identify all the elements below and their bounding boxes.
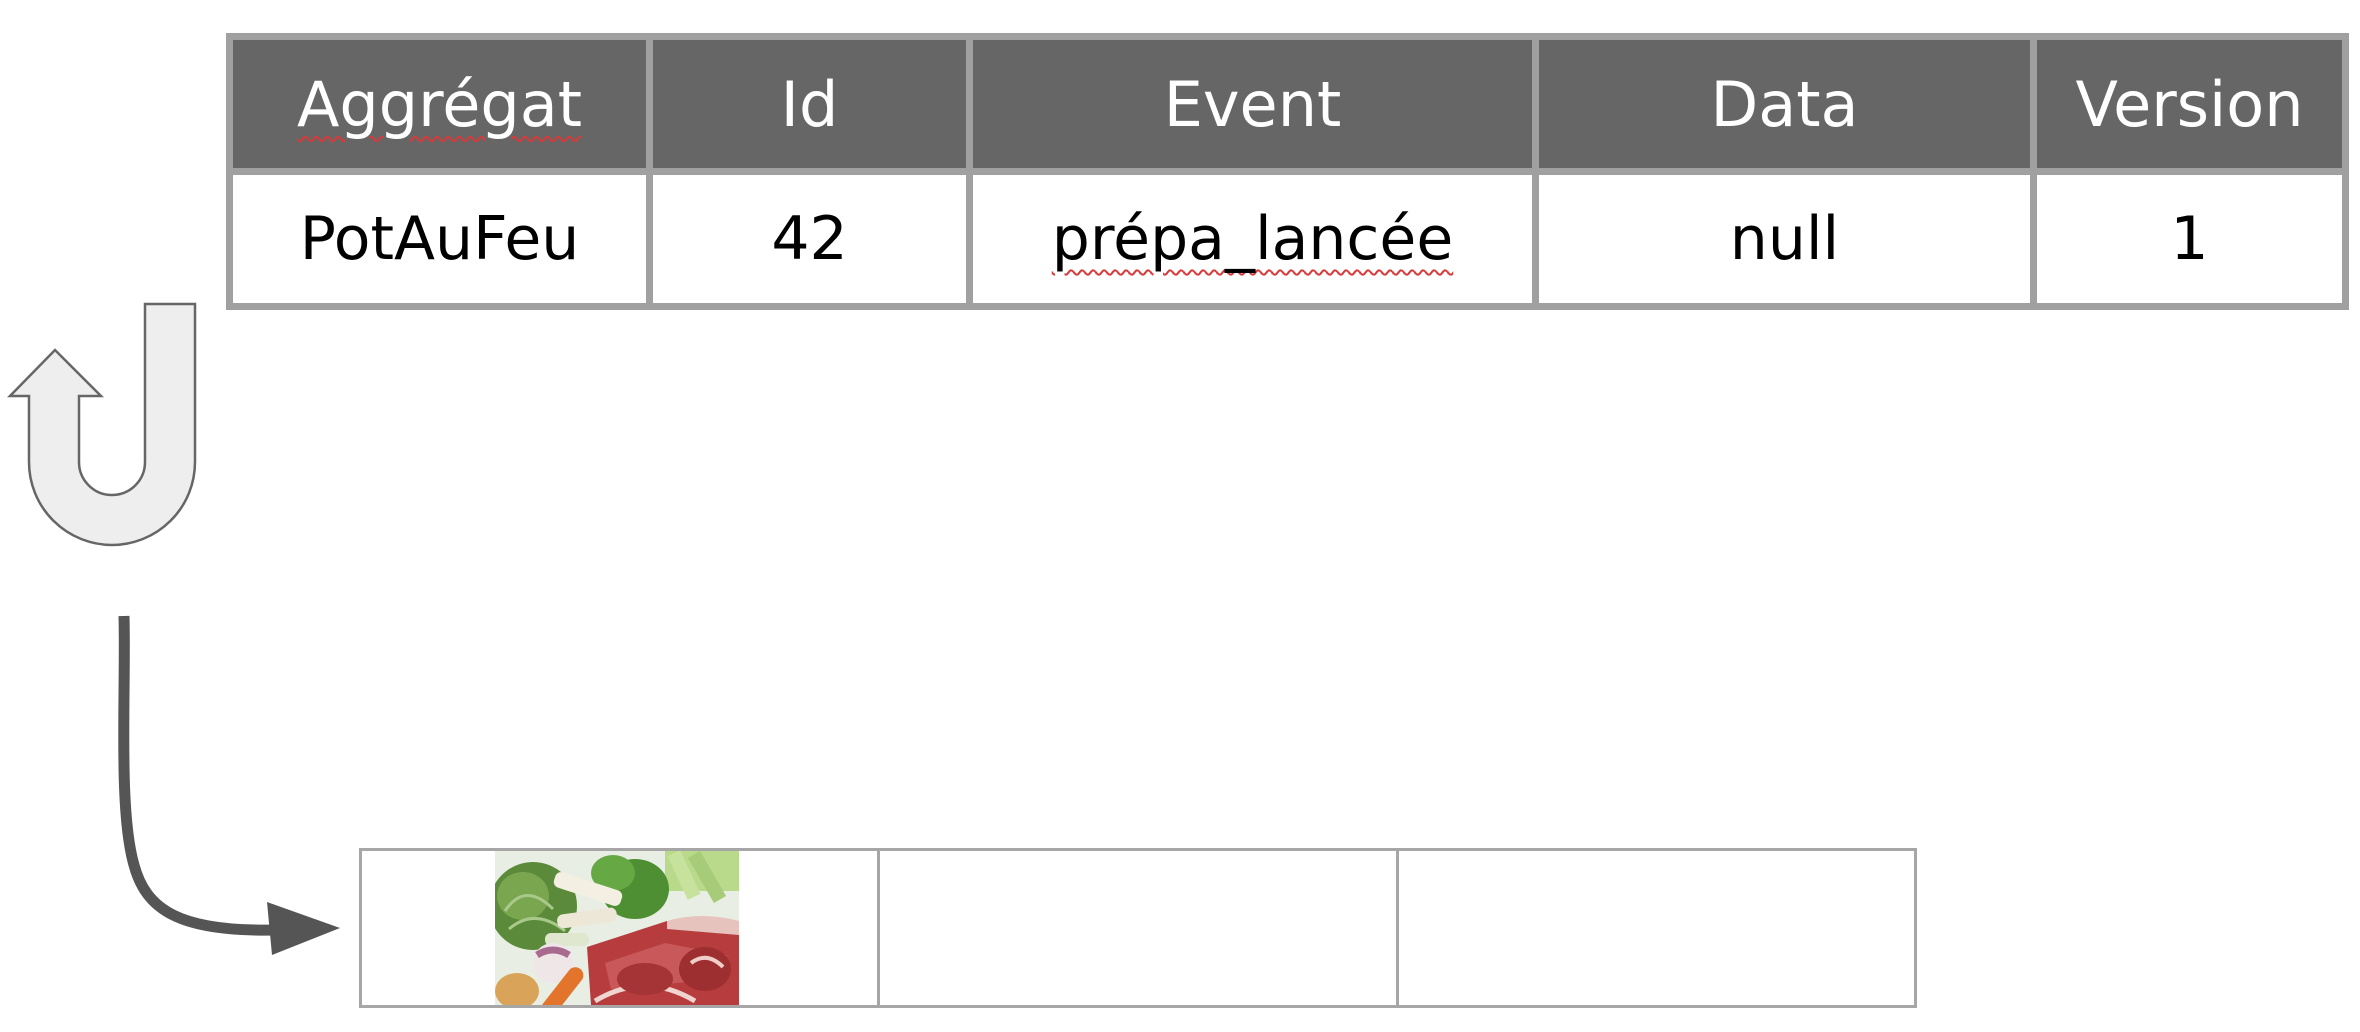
header-version: Version [2030, 33, 2349, 175]
slot-2 [880, 851, 1399, 1005]
slot-3 [1399, 851, 1914, 1005]
header-id: Id [646, 33, 973, 175]
cell-version: 1 [2030, 168, 2349, 310]
header-event: Event [966, 33, 1539, 175]
slot-strip [359, 848, 1917, 1008]
slot-1 [362, 851, 881, 1005]
u-turn-arrow-icon [7, 302, 197, 547]
cell-aggregat: PotAuFeu [226, 168, 653, 310]
table-header-row: Aggrégat Id Event Data Version [226, 33, 2349, 175]
cell-event: prépa_lancée [966, 168, 1539, 310]
cell-data: null [1532, 168, 2037, 310]
table-row: PotAuFeu 42 prépa_lancée null 1 [226, 168, 2349, 310]
header-aggregat: Aggrégat [226, 33, 653, 175]
header-data: Data [1532, 33, 2037, 175]
pot-au-feu-ingredients-image [495, 851, 739, 1005]
event-table: Aggrégat Id Event Data Version PotAuFeu … [226, 33, 2349, 310]
curved-arrow-icon [118, 615, 340, 955]
cell-id: 42 [646, 168, 973, 310]
